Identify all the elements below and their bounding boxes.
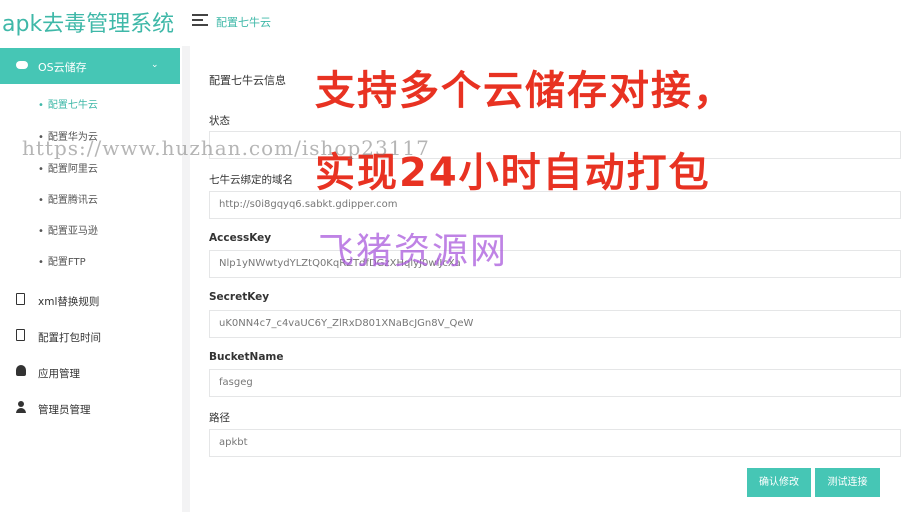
sidebar: OS云储存 ⌄ 配置七牛云 配置华为云 配置阿里云 配置腾讯云 配置亚马逊 配置…: [0, 46, 182, 512]
field-label-domain: 七牛云绑定的域名: [209, 174, 293, 186]
clipboard-icon: [16, 293, 26, 305]
sidebar-subitem-amazon[interactable]: 配置亚马逊: [38, 222, 98, 237]
field-label-status: 状态: [209, 115, 230, 127]
android-icon: [16, 365, 26, 377]
watermark-brand: 飞猪资源网: [318, 231, 509, 272]
path-input[interactable]: apkbt: [209, 429, 901, 457]
clipboard-icon: [16, 329, 26, 341]
bucketname-input[interactable]: fasgeg: [209, 369, 901, 397]
sidebar-subitem-qiniu[interactable]: 配置七牛云: [38, 96, 98, 111]
menu-toggle-icon[interactable]: [192, 14, 208, 28]
form-title: 配置七牛云信息: [209, 74, 286, 87]
sidebar-item-xml-rules[interactable]: xml替换规则: [16, 291, 176, 311]
sidebar-item-app-manage[interactable]: 应用管理: [16, 363, 176, 383]
sidebar-subitem-ftp[interactable]: 配置FTP: [38, 253, 86, 268]
promo-text-line1: 支持多个云储存对接，: [315, 68, 735, 114]
confirm-button[interactable]: 确认修改: [747, 468, 811, 497]
sidebar-group-label: OS云储存: [38, 61, 87, 74]
top-bar: apk去毒管理系统 配置七牛云: [0, 0, 901, 46]
sidebar-subitem-tencent[interactable]: 配置腾讯云: [38, 191, 98, 206]
watermark-url: https://www.huzhan.com/ishop23117: [22, 136, 430, 160]
accesskey-input[interactable]: Nlp1yNWwtydYLZtQ0KqRZTdfDGzXHqlyJ0wlJcXa: [209, 250, 901, 278]
breadcrumb[interactable]: 配置七牛云: [216, 14, 271, 30]
sidebar-group-os-storage[interactable]: OS云储存 ⌄: [0, 48, 180, 84]
app-title: apk去毒管理系统: [2, 12, 175, 37]
secretkey-input[interactable]: uK0NN4c7_c4vaUC6Y_ZlRxD801XNaBcJGn8V_QeW: [209, 310, 901, 338]
cloud-icon: [16, 61, 28, 69]
chevron-down-icon: ⌄: [151, 60, 159, 70]
test-connection-button[interactable]: 测试连接: [815, 468, 880, 497]
sidebar-item-admin-manage[interactable]: 管理员管理: [16, 399, 176, 419]
field-label-accesskey: AccessKey: [209, 232, 272, 244]
field-label-path: 路径: [209, 412, 230, 424]
field-label-secretkey: SecretKey: [209, 291, 270, 303]
sidebar-subitem-aliyun[interactable]: 配置阿里云: [38, 160, 98, 175]
field-label-bucketname: BucketName: [209, 351, 284, 363]
user-icon: [16, 401, 26, 413]
sidebar-item-pack-time[interactable]: 配置打包时间: [16, 327, 176, 347]
